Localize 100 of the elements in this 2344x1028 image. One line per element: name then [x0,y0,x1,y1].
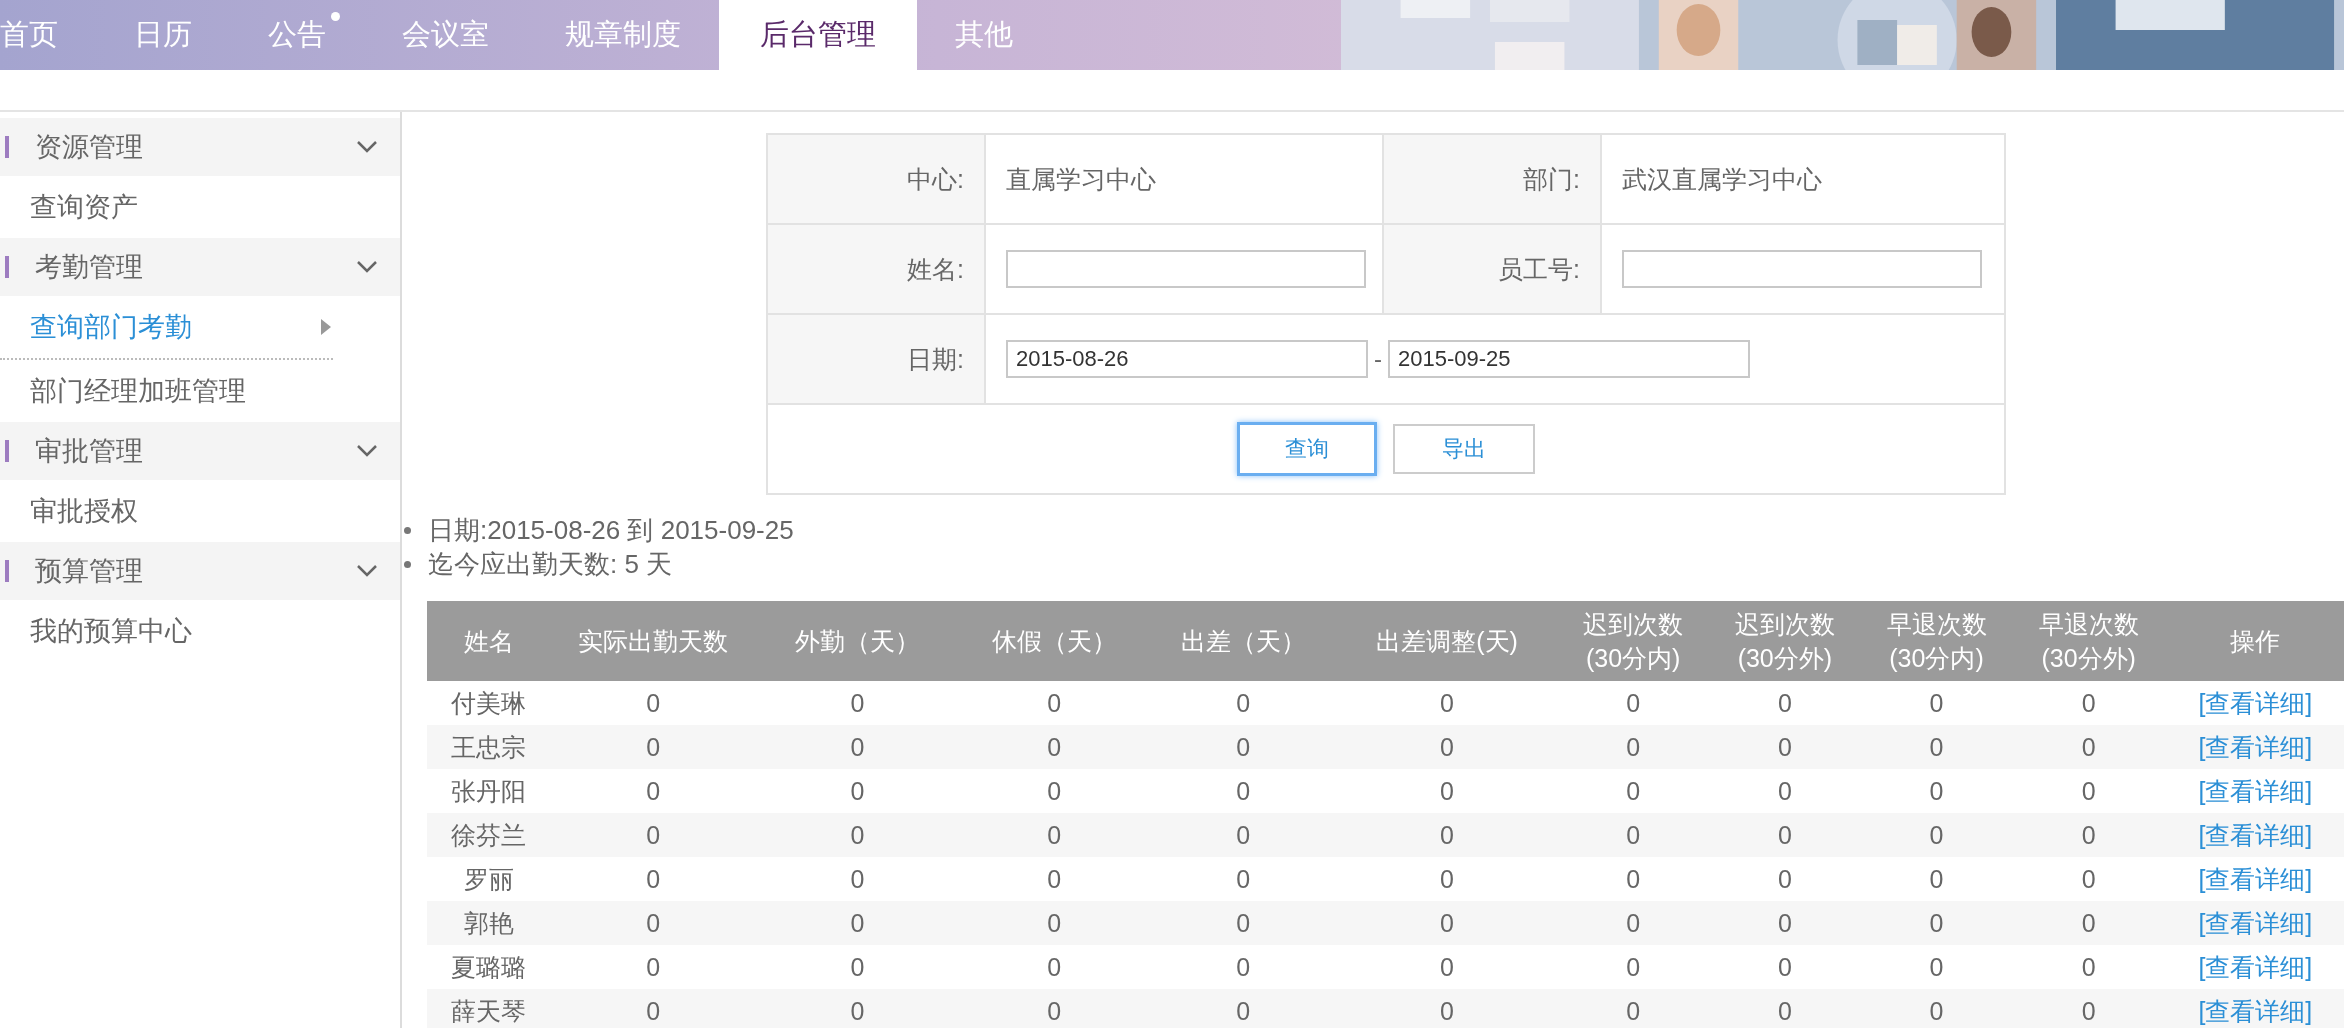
sidebar-item[interactable]: 我的预算中心 [30,613,192,649]
nav-tab[interactable]: 规章制度 [527,0,719,70]
sidebar-item[interactable]: 审批授权 [30,493,138,529]
summary-text: 日期:2015-08-26 到 2015-09-25 [428,513,794,547]
table-cell: 0 [1236,952,1251,981]
field-value: 武汉直属学习中心 [1602,135,2004,225]
table-cell: 0 [1929,908,1944,937]
table-cell: 徐芬兰 [451,820,527,849]
table-cell: 0 [850,688,865,717]
section-title: 考勤管理 [35,251,144,284]
date-field[interactable]: 2015-08-26 [1006,340,1368,378]
form-button[interactable]: 导出 [1393,424,1535,474]
table-cell: 郭艳 [463,908,514,937]
table-cell: 0 [2081,864,2096,893]
view-details-link[interactable]: [查看详细] [2198,864,2313,893]
date-field[interactable]: 2015-09-25 [1388,340,1750,378]
table-cell: 0 [1626,820,1641,849]
column-header: 早退次数 (30分外) [2012,601,2165,681]
table-cell: 0 [646,776,661,805]
table-cell: 0 [1929,776,1944,805]
table-cell: 0 [646,688,661,717]
input-field[interactable] [1622,250,1982,288]
table-cell: 0 [1047,952,1062,981]
table-cell: 0 [1440,688,1454,717]
table-cell: 0 [1047,908,1062,937]
sidebar-section-header[interactable]: 资源管理 [0,118,400,176]
sidebar-item[interactable]: 查询资产 [30,189,138,225]
table-cell: 0 [2081,908,2096,937]
sidebar-item[interactable]: 查询部门考勤 [30,309,192,345]
sidebar-section-header[interactable]: 考勤管理 [0,238,400,296]
nav-tab[interactable]: 其他 [917,0,1051,70]
table-cell: 张丹阳 [451,776,527,805]
view-details-link[interactable]: [查看详细] [2198,952,2313,981]
table-cell: 0 [1929,952,1944,981]
table-cell: 0 [1626,688,1641,717]
table-cell: 0 [1440,952,1454,981]
table-cell: 0 [646,996,661,1025]
nav-tab[interactable]: 日历 [96,0,230,70]
table-cell: 0 [646,952,661,981]
table-cell: 0 [1440,732,1454,761]
nav-tab[interactable]: 后台管理 [719,0,917,70]
table-cell: 0 [1236,820,1251,849]
table-cell: 0 [1929,688,1944,717]
table-cell: 0 [850,864,865,893]
field-label: 中心: [768,135,986,225]
triangle-right-icon [321,319,331,335]
column-header: 迟到次数 (30分外) [1709,601,1861,681]
table-cell: 0 [1236,864,1251,893]
table-cell: 0 [850,776,865,805]
table-cell: 0 [1777,732,1792,761]
table-cell: 0 [1626,776,1641,805]
table-cell: 0 [1440,864,1454,893]
section-marker-icon [5,440,9,462]
field-label: 部门: [1384,135,1602,225]
table-cell: 0 [1236,688,1251,717]
form-button[interactable]: 查询 [1237,422,1377,476]
field-label: 姓名: [768,225,986,315]
table-cell: 王忠宗 [451,732,527,761]
nav-tab[interactable]: 公告 [230,0,364,70]
table-cell: 0 [2081,952,2096,981]
table-cell: 0 [1626,996,1641,1025]
table-cell: 0 [1236,908,1251,937]
table-cell: 0 [1626,908,1641,937]
table-cell: 0 [2081,820,2096,849]
view-details-link[interactable]: [查看详细] [2198,776,2313,805]
table-cell: 薛天琴 [451,996,527,1025]
table-cell: 0 [1929,996,1944,1025]
nav-tab[interactable]: 会议室 [364,0,527,70]
table-cell: 0 [2081,688,2096,717]
table-cell: 0 [1777,908,1792,937]
column-header: 出差（天） [1149,601,1337,681]
table-cell: 0 [1929,864,1944,893]
table-cell: 0 [1777,996,1792,1025]
table-cell: 0 [1929,732,1944,761]
bullet-icon [404,526,411,534]
table-cell: 0 [2081,732,2096,761]
table-cell: 夏璐璐 [451,952,527,981]
bullet-icon [404,560,411,568]
table-cell: 0 [1047,864,1062,893]
sidebar-section-header[interactable]: 审批管理 [0,422,400,480]
table-cell: 0 [646,732,661,761]
input-field[interactable] [1006,250,1366,288]
section-marker-icon [5,256,9,278]
table-cell: 0 [1047,820,1062,849]
table-cell: 0 [1236,776,1251,805]
table-cell: 0 [1929,820,1944,849]
table-cell: 0 [850,996,865,1025]
column-header: 出差调整(天) [1336,601,1558,681]
table-cell: 付美琳 [451,688,527,717]
table-cell: 0 [1047,776,1062,805]
nav-tab[interactable]: 首页 [0,0,96,70]
table-cell: 0 [1047,688,1062,717]
table-cell: 0 [1777,820,1792,849]
section-title: 审批管理 [35,435,144,468]
table-cell: 0 [1236,732,1251,761]
sidebar-section-header[interactable]: 预算管理 [0,542,400,600]
table-cell: 0 [1626,864,1641,893]
column-header: 操作 [2164,601,2344,681]
view-details-link[interactable]: [查看详细] [2198,688,2313,717]
sidebar-item[interactable]: 部门经理加班管理 [30,373,246,409]
